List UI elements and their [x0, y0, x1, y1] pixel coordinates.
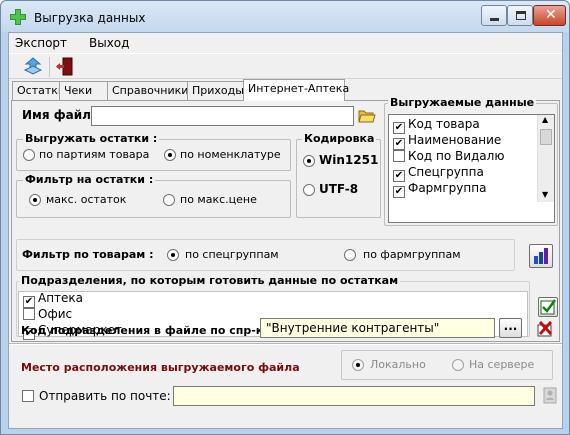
radio-max-price[interactable]: [163, 194, 175, 206]
address-book-button[interactable]: [541, 387, 559, 405]
list-item[interactable]: Офис: [23, 307, 72, 321]
max-stock-label: макс. остаток: [46, 193, 127, 206]
by-pharm-groups-label: по фармгруппам: [363, 248, 461, 261]
tab-receipts[interactable]: Чеки: [59, 81, 108, 100]
server-label: На сервере: [469, 358, 535, 371]
file-name-input[interactable]: [91, 106, 354, 126]
radio-max-stock[interactable]: [29, 194, 41, 206]
scroll-up-icon: ▲: [542, 115, 549, 124]
close-button[interactable]: ✕: [533, 5, 566, 26]
address-book-icon: [543, 387, 557, 404]
title-bar[interactable]: Выгрузка данных ✕: [1, 1, 569, 32]
file-name-label: Имя файла: [22, 108, 100, 122]
dept-code-input[interactable]: "Внутренние контрагенты": [260, 318, 495, 338]
departments-title: Подразделения, по которым готовить данны…: [19, 274, 401, 287]
export-stock-title: Выгружать остатки :: [23, 132, 160, 145]
menu-bar: Экспорт Выход: [9, 33, 562, 53]
minimize-icon: [490, 18, 499, 21]
radio-by-special-groups[interactable]: [167, 249, 179, 261]
maximize-icon: [516, 11, 526, 20]
clear-dept-code-button[interactable]: [536, 320, 554, 338]
list-item[interactable]: Код по Видалю: [393, 149, 504, 163]
exported-data-list[interactable]: ✔ Код товара ✔ Наименование Код по Видалю …: [388, 114, 555, 223]
app-cross-icon: [10, 9, 26, 25]
window-frame: Выгрузка данных ✕ Экспорт Выход Остатки …: [0, 0, 570, 435]
menu-exit[interactable]: Выход: [89, 36, 129, 50]
radio-local[interactable]: [352, 359, 364, 371]
file-location-group: Локально На сервере: [341, 350, 553, 380]
exported-data-checkbox[interactable]: [393, 150, 405, 162]
close-icon: ✕: [545, 7, 557, 23]
radio-utf8[interactable]: [303, 184, 315, 196]
stock-filter-group: Фильтр на остатки : макс. остаток по мак…: [16, 173, 291, 218]
bar-chart-icon: [534, 248, 548, 264]
minimize-button[interactable]: [481, 5, 507, 26]
export-stock-group: Выгружать остатки : по партиям товара по…: [16, 132, 291, 171]
tab-internet-pharmacy[interactable]: Интернет-Аптека: [243, 79, 349, 101]
exit-door-icon: [56, 57, 73, 76]
email-input[interactable]: [173, 386, 535, 406]
list-item[interactable]: ✔ Наименование: [393, 133, 501, 150]
by-batches-label: по партиям товара: [39, 148, 150, 161]
export-toolbar-button[interactable]: [22, 56, 44, 78]
exported-data-checkbox[interactable]: ✔: [393, 186, 405, 198]
radio-by-batches[interactable]: [23, 149, 35, 161]
exit-toolbar-button[interactable]: [54, 56, 76, 78]
dept-code-browse-button[interactable]: ...: [499, 318, 522, 338]
client-area: Экспорт Выход Остатки Чеки Справочники П…: [8, 32, 563, 429]
max-price-label: по макс.цене: [180, 193, 257, 206]
encoding-group: Кодировка Win1251 UTF-8: [296, 132, 381, 218]
radio-win1251[interactable]: [303, 155, 315, 167]
by-nomenclature-label: по номенклатуре: [180, 148, 281, 161]
radio-server[interactable]: [452, 359, 464, 371]
tab-references[interactable]: Справочники: [107, 81, 188, 100]
open-file-button[interactable]: [358, 107, 376, 125]
tab-incomes[interactable]: Приходы: [187, 81, 244, 100]
toolbar: [9, 53, 562, 79]
exported-data-group: Выгружаемые данные ✔ Код товара ✔ Наименов…: [384, 96, 558, 226]
local-label: Локально: [370, 358, 426, 371]
utf8-label: UTF-8: [319, 182, 359, 196]
encoding-title: Кодировка: [302, 132, 377, 145]
exported-data-scrollbar[interactable]: ▲ ▼: [537, 115, 554, 202]
window-title: Выгрузка данных: [34, 11, 146, 25]
exported-data-title: Выгружаемые данные: [388, 96, 537, 109]
internet-pharmacy-panel: Имя файла Выгружать остатки : по партиям…: [11, 96, 560, 342]
send-email-checkbox[interactable]: [22, 390, 34, 402]
list-item[interactable]: ✔ Спецгруппа: [393, 165, 484, 182]
department-checkbox[interactable]: [23, 308, 35, 320]
radio-by-nomenclature[interactable]: [164, 149, 176, 161]
file-location-label: Место расположения выгружаемого файла: [21, 361, 300, 374]
folder-open-icon: [358, 110, 376, 123]
clear-red-x-icon: [537, 320, 553, 337]
menu-export[interactable]: Экспорт: [15, 36, 67, 50]
by-special-groups-label: по спецгруппам: [185, 248, 279, 261]
check-all-button[interactable]: [538, 297, 558, 317]
check-all-icon: [540, 299, 557, 315]
scroll-down-icon: ▼: [542, 190, 549, 199]
list-item[interactable]: ✔ Аптека: [23, 291, 83, 308]
dept-code-label: Код подразделения в файле по спр-ку: [21, 324, 271, 337]
list-item[interactable]: ✔ Код товара: [393, 117, 480, 134]
win1251-label: Win1251: [319, 153, 379, 167]
list-item[interactable]: ✔ Фармгруппа: [393, 181, 486, 198]
goods-filter-group: Фильтр по товарам : по спецгруппам по фа…: [16, 239, 515, 271]
send-email-label: Отправить по почте:: [39, 389, 171, 403]
maximize-button[interactable]: [507, 5, 533, 26]
scroll-thumb[interactable]: [540, 129, 552, 145]
goods-filter-label: Фильтр по товарам :: [22, 248, 154, 261]
goods-filter-chart-button[interactable]: [529, 244, 553, 268]
tab-stock[interactable]: Остатки: [12, 81, 65, 100]
stock-filter-title: Фильтр на остатки :: [23, 173, 156, 186]
export-icon: [23, 57, 43, 75]
radio-by-pharm-groups[interactable]: [344, 249, 356, 261]
